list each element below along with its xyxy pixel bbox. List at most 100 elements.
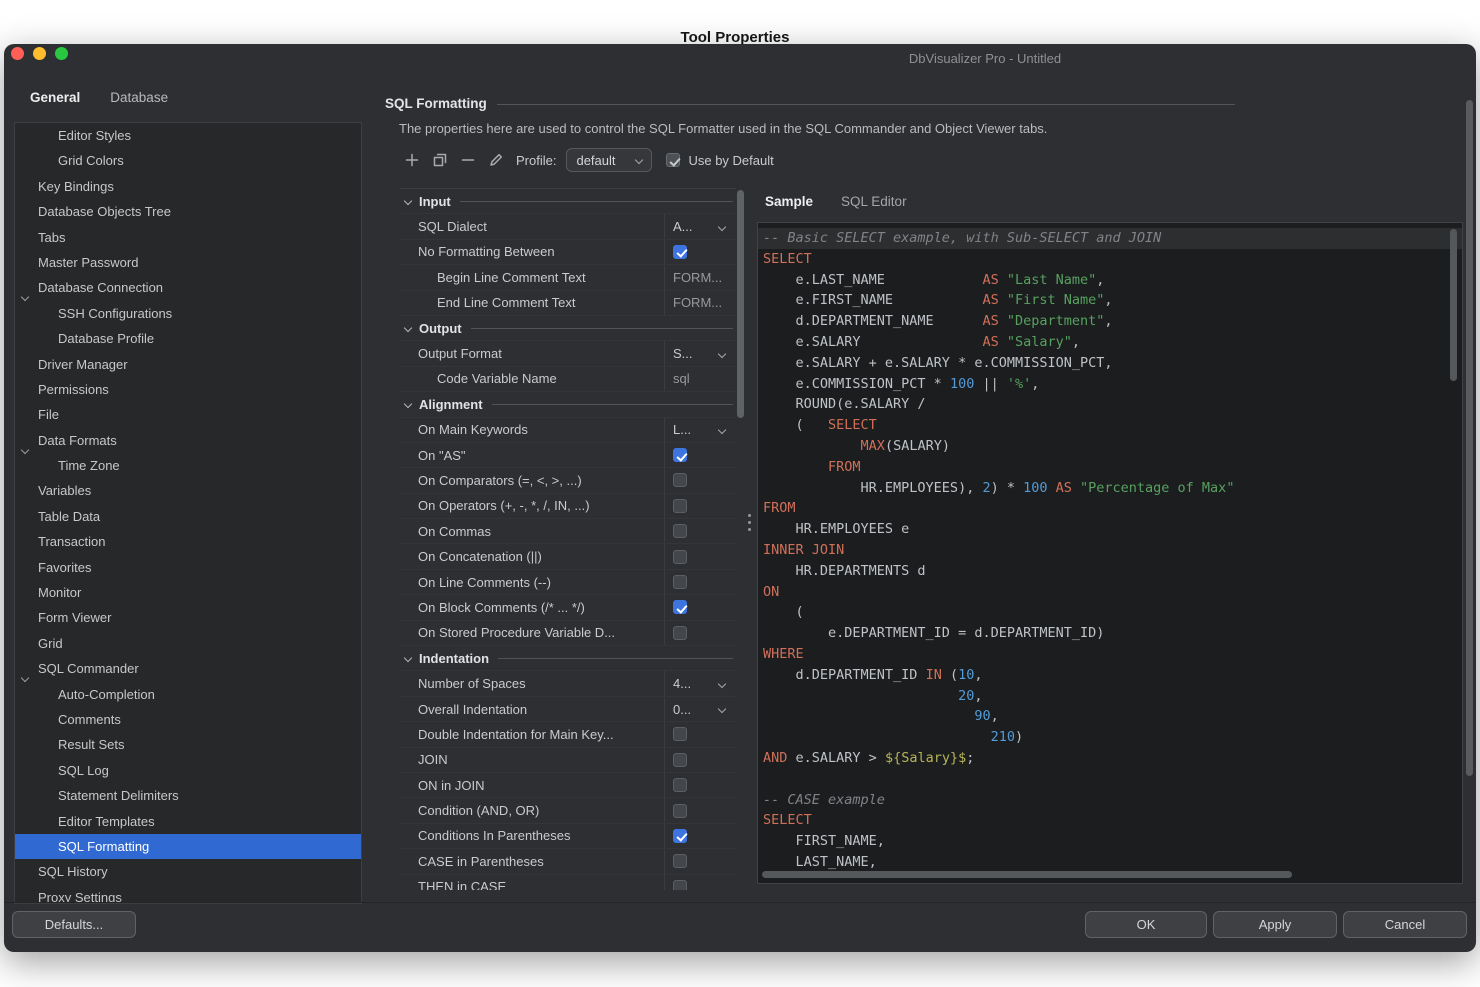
setting-checkbox-case-in-parentheses[interactable] xyxy=(673,854,687,868)
setting-label: Number of Spaces xyxy=(400,671,664,695)
setting-checkbox-on-operators-in[interactable] xyxy=(673,499,687,513)
setting-label: Condition (AND, OR) xyxy=(400,798,664,822)
tree-scrollbar[interactable] xyxy=(1466,100,1473,776)
setting-dropdown-number-of-spaces[interactable]: 4... xyxy=(664,671,736,695)
remove-profile-button[interactable] xyxy=(460,152,476,168)
setting-row-sql-dialect: SQL DialectA... xyxy=(400,214,736,239)
tree-item-driver-manager[interactable]: Driver Manager xyxy=(15,352,361,377)
tree-item-ssh-configurations[interactable]: SSH Configurations xyxy=(15,301,361,326)
tree-item-table-data[interactable]: Table Data xyxy=(15,504,361,529)
tab-general[interactable]: General xyxy=(30,90,80,105)
tree-item-tabs[interactable]: Tabs xyxy=(15,225,361,250)
tree-item-monitor[interactable]: Monitor xyxy=(15,580,361,605)
tree-item-sql-log[interactable]: SQL Log xyxy=(15,758,361,783)
tree-item-data-formats[interactable]: Data Formats xyxy=(15,428,361,453)
rename-profile-button[interactable] xyxy=(488,152,504,168)
tree-item-result-sets[interactable]: Result Sets xyxy=(15,732,361,757)
tab-sql-editor[interactable]: SQL Editor xyxy=(841,194,907,209)
tree-item-sql-formatting[interactable]: SQL Formatting xyxy=(15,834,361,859)
tree-item-auto-completion[interactable]: Auto-Completion xyxy=(15,682,361,707)
tree-item-sql-commander[interactable]: SQL Commander xyxy=(15,656,361,681)
window-close-button[interactable] xyxy=(11,47,24,60)
tree-item-transaction[interactable]: Transaction xyxy=(15,529,361,554)
setting-row-overall-indentation: Overall Indentation0... xyxy=(400,697,736,722)
tree-item-sql-history[interactable]: SQL History xyxy=(15,859,361,884)
add-profile-button[interactable] xyxy=(404,152,420,168)
section-header-output[interactable]: Output xyxy=(400,316,736,341)
tab-sample[interactable]: Sample xyxy=(765,194,813,209)
setting-dropdown-on-main-keywords[interactable]: L... xyxy=(664,418,736,442)
setting-checkbox-then-in-case[interactable] xyxy=(673,880,687,890)
sidebar-tabs: General Database xyxy=(30,90,168,105)
tree-item-key-bindings[interactable]: Key Bindings xyxy=(15,174,361,199)
code-vertical-scrollbar[interactable] xyxy=(1450,229,1457,381)
tree-item-editor-templates[interactable]: Editor Templates xyxy=(15,809,361,834)
setting-checkbox-condition-and-or[interactable] xyxy=(673,804,687,818)
profile-select[interactable]: default xyxy=(566,148,652,172)
setting-checkbox-no-formatting-between[interactable] xyxy=(673,245,687,259)
chevron-down-icon xyxy=(635,156,643,164)
code-line: LAST_NAME, xyxy=(758,852,1462,873)
setting-checkbox-on-comparators[interactable] xyxy=(673,473,687,487)
splitter-handle[interactable] xyxy=(748,514,751,531)
tree-item-file[interactable]: File xyxy=(15,402,361,427)
tree-item-editor-styles[interactable]: Editor Styles xyxy=(15,123,361,148)
setting-field-end-line-comment-text[interactable]: FORM... xyxy=(664,291,736,315)
profile-toolbar: Profile: default Use by Default xyxy=(404,146,774,174)
apply-button[interactable]: Apply xyxy=(1213,911,1337,938)
tree-item-permissions[interactable]: Permissions xyxy=(15,377,361,402)
tree-item-favorites[interactable]: Favorites xyxy=(15,555,361,580)
tree-item-master-password[interactable]: Master Password xyxy=(15,250,361,275)
tree-item-database-objects-tree[interactable]: Database Objects Tree xyxy=(15,199,361,224)
setting-checkbox-double-indentation-for-main-key[interactable] xyxy=(673,727,687,741)
code-line: d.DEPARTMENT_NAME AS "Department", xyxy=(758,311,1462,332)
code-line: -- CASE example xyxy=(758,790,1462,811)
setting-checkbox-on-commas[interactable] xyxy=(673,524,687,538)
setting-field-code-variable-name[interactable]: sql xyxy=(664,367,736,391)
setting-label: On Main Keywords xyxy=(400,418,664,442)
duplicate-profile-button[interactable] xyxy=(432,152,448,168)
setting-checkbox-on-in-join[interactable] xyxy=(673,778,687,792)
tree-item-grid-colors[interactable]: Grid Colors xyxy=(15,148,361,173)
page-header: SQL Formatting xyxy=(385,96,1235,111)
setting-label: No Formatting Between xyxy=(400,240,664,264)
setting-label: On Line Comments (--) xyxy=(400,570,664,594)
code-line: -- Basic SELECT example, with Sub-SELECT… xyxy=(758,228,1462,249)
window-minimize-button[interactable] xyxy=(33,47,46,60)
settings-tree: Editor StylesGrid ColorsKey BindingsData… xyxy=(14,122,362,904)
setting-row-on-block-comments: On Block Comments (/* ... */) xyxy=(400,595,736,620)
tree-item-statement-delimiters[interactable]: Statement Delimiters xyxy=(15,783,361,808)
section-header-input[interactable]: Input xyxy=(400,189,736,214)
setting-checkbox-on-stored-procedure-variable-d[interactable] xyxy=(673,626,687,640)
tree-item-time-zone[interactable]: Time Zone xyxy=(15,453,361,478)
setting-checkbox-conditions-in-parentheses[interactable] xyxy=(673,829,687,843)
setting-checkbox-on-as[interactable] xyxy=(673,448,687,462)
setting-checkbox-on-line-comments[interactable] xyxy=(673,575,687,589)
window-zoom-button[interactable] xyxy=(55,47,68,60)
tree-item-grid[interactable]: Grid xyxy=(15,631,361,656)
code-horizontal-scrollbar[interactable] xyxy=(762,871,1292,878)
tab-database[interactable]: Database xyxy=(110,90,168,105)
tree-item-database-profile[interactable]: Database Profile xyxy=(15,326,361,351)
cancel-button[interactable]: Cancel xyxy=(1343,911,1467,938)
setting-checkbox-on-concatenation[interactable] xyxy=(673,550,687,564)
setting-dropdown-output-format[interactable]: S... xyxy=(664,341,736,365)
tree-item-variables[interactable]: Variables xyxy=(15,478,361,503)
settings-scrollbar[interactable] xyxy=(737,190,744,418)
tree-item-database-connection[interactable]: Database Connection xyxy=(15,275,361,300)
setting-label: On Concatenation (||) xyxy=(400,544,664,568)
setting-field-begin-line-comment-text[interactable]: FORM... xyxy=(664,265,736,289)
setting-checkbox-join[interactable] xyxy=(673,753,687,767)
section-header-indentation[interactable]: Indentation xyxy=(400,646,736,671)
tree-item-comments[interactable]: Comments xyxy=(15,707,361,732)
ok-button[interactable]: OK xyxy=(1085,911,1207,938)
tree-item-form-viewer[interactable]: Form Viewer xyxy=(15,605,361,630)
use-by-default-checkbox[interactable] xyxy=(666,153,680,167)
section-header-alignment[interactable]: Alignment xyxy=(400,392,736,417)
code-line: e.COMMISSION_PCT * 100 || '%', xyxy=(758,374,1462,395)
code-line: HR.DEPARTMENTS d xyxy=(758,561,1462,582)
defaults-button[interactable]: Defaults... xyxy=(12,911,136,938)
setting-checkbox-on-block-comments[interactable] xyxy=(673,600,687,614)
setting-dropdown-overall-indentation[interactable]: 0... xyxy=(664,697,736,721)
setting-dropdown-sql-dialect[interactable]: A... xyxy=(664,214,736,238)
